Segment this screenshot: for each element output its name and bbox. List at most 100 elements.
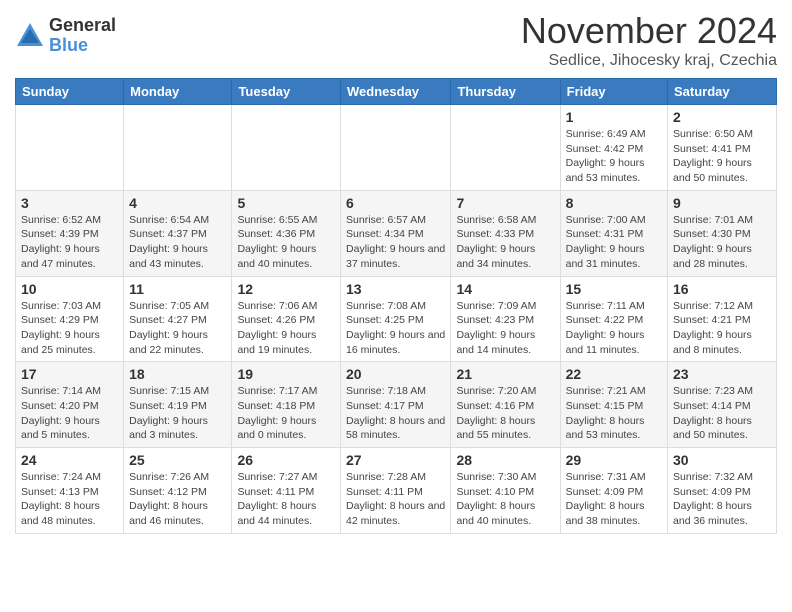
- day-info: Sunrise: 7:27 AMSunset: 4:11 PMDaylight:…: [237, 470, 335, 529]
- day-number: 26: [237, 452, 335, 468]
- day-info: Sunrise: 6:57 AMSunset: 4:34 PMDaylight:…: [346, 213, 445, 272]
- day-info: Sunrise: 7:17 AMSunset: 4:18 PMDaylight:…: [237, 384, 335, 443]
- day-cell: 15 Sunrise: 7:11 AMSunset: 4:22 PMDayligh…: [560, 276, 667, 362]
- day-number: 30: [673, 452, 771, 468]
- logo-icon: [15, 21, 45, 51]
- day-info: Sunrise: 7:31 AMSunset: 4:09 PMDaylight:…: [566, 470, 662, 529]
- day-info: Sunrise: 7:14 AMSunset: 4:20 PMDaylight:…: [21, 384, 118, 443]
- header-cell-thursday: Thursday: [451, 79, 560, 105]
- day-info: Sunrise: 6:52 AMSunset: 4:39 PMDaylight:…: [21, 213, 118, 272]
- day-cell: 11 Sunrise: 7:05 AMSunset: 4:27 PMDayligh…: [124, 276, 232, 362]
- day-cell: 13 Sunrise: 7:08 AMSunset: 4:25 PMDayligh…: [341, 276, 451, 362]
- day-cell: 18 Sunrise: 7:15 AMSunset: 4:19 PMDayligh…: [124, 362, 232, 448]
- day-info: Sunrise: 7:11 AMSunset: 4:22 PMDaylight:…: [566, 299, 662, 358]
- day-number: 8: [566, 195, 662, 211]
- day-number: 4: [129, 195, 226, 211]
- day-cell: 29Sunrise: 7:31 AMSunset: 4:09 PMDayligh…: [560, 448, 667, 534]
- day-cell: 23Sunrise: 7:23 AMSunset: 4:14 PMDayligh…: [668, 362, 777, 448]
- day-number: 1: [566, 109, 662, 125]
- day-cell: [341, 105, 451, 191]
- calendar-header: SundayMondayTuesdayWednesdayThursdayFrid…: [16, 79, 777, 105]
- day-number: 28: [456, 452, 554, 468]
- page-header: General Blue November 2024 Sedlice, Jiho…: [15, 10, 777, 70]
- day-cell: 25 Sunrise: 7:26 AMSunset: 4:12 PMDayligh…: [124, 448, 232, 534]
- logo-general-text: General: [49, 16, 116, 36]
- title-section: November 2024 Sedlice, Jihocesky kraj, C…: [521, 10, 777, 70]
- header-cell-monday: Monday: [124, 79, 232, 105]
- day-info: Sunrise: 7:01 AMSunset: 4:30 PMDaylight:…: [673, 213, 771, 272]
- header-row: SundayMondayTuesdayWednesdayThursdayFrid…: [16, 79, 777, 105]
- day-cell: 1Sunrise: 6:49 AMSunset: 4:42 PMDaylight…: [560, 105, 667, 191]
- day-cell: 22 Sunrise: 7:21 AMSunset: 4:15 PMDayligh…: [560, 362, 667, 448]
- day-info: Sunrise: 7:12 AMSunset: 4:21 PMDaylight:…: [673, 299, 771, 358]
- day-info: Sunrise: 7:15 AMSunset: 4:19 PMDaylight:…: [129, 384, 226, 443]
- day-info: Sunrise: 7:30 AMSunset: 4:10 PMDaylight:…: [456, 470, 554, 529]
- day-cell: 7Sunrise: 6:58 AMSunset: 4:33 PMDaylight…: [451, 190, 560, 276]
- day-number: 6: [346, 195, 445, 211]
- week-row-3: 10 Sunrise: 7:03 AMSunset: 4:29 PMDayligh…: [16, 276, 777, 362]
- day-info: Sunrise: 7:24 AMSunset: 4:13 PMDaylight:…: [21, 470, 118, 529]
- header-cell-tuesday: Tuesday: [232, 79, 341, 105]
- month-title: November 2024: [521, 10, 777, 52]
- day-number: 20: [346, 366, 445, 382]
- location-title: Sedlice, Jihocesky kraj, Czechia: [521, 52, 777, 70]
- day-cell: 21 Sunrise: 7:20 AMSunset: 4:16 PMDayligh…: [451, 362, 560, 448]
- day-cell: 6 Sunrise: 6:57 AMSunset: 4:34 PMDaylight…: [341, 190, 451, 276]
- logo-text: General Blue: [49, 16, 116, 56]
- week-row-2: 3 Sunrise: 6:52 AMSunset: 4:39 PMDaylight…: [16, 190, 777, 276]
- day-info: Sunrise: 7:28 AMSunset: 4:11 PMDaylight:…: [346, 470, 445, 529]
- day-info: Sunrise: 6:54 AMSunset: 4:37 PMDaylight:…: [129, 213, 226, 272]
- day-number: 15: [566, 281, 662, 297]
- day-number: 21: [456, 366, 554, 382]
- day-cell: [451, 105, 560, 191]
- day-cell: 24Sunrise: 7:24 AMSunset: 4:13 PMDayligh…: [16, 448, 124, 534]
- day-number: 14: [456, 281, 554, 297]
- day-cell: 14Sunrise: 7:09 AMSunset: 4:23 PMDayligh…: [451, 276, 560, 362]
- day-cell: 20Sunrise: 7:18 AMSunset: 4:17 PMDayligh…: [341, 362, 451, 448]
- day-cell: 5 Sunrise: 6:55 AMSunset: 4:36 PMDaylight…: [232, 190, 341, 276]
- header-cell-friday: Friday: [560, 79, 667, 105]
- day-cell: 28 Sunrise: 7:30 AMSunset: 4:10 PMDayligh…: [451, 448, 560, 534]
- day-info: Sunrise: 7:08 AMSunset: 4:25 PMDaylight:…: [346, 299, 445, 358]
- day-cell: 4 Sunrise: 6:54 AMSunset: 4:37 PMDaylight…: [124, 190, 232, 276]
- day-info: Sunrise: 7:20 AMSunset: 4:16 PMDaylight:…: [456, 384, 554, 443]
- day-info: Sunrise: 7:00 AMSunset: 4:31 PMDaylight:…: [566, 213, 662, 272]
- day-cell: 3 Sunrise: 6:52 AMSunset: 4:39 PMDaylight…: [16, 190, 124, 276]
- day-number: 18: [129, 366, 226, 382]
- day-number: 7: [456, 195, 554, 211]
- day-number: 5: [237, 195, 335, 211]
- day-cell: 27 Sunrise: 7:28 AMSunset: 4:11 PMDayligh…: [341, 448, 451, 534]
- day-cell: [232, 105, 341, 191]
- header-cell-wednesday: Wednesday: [341, 79, 451, 105]
- day-cell: 2 Sunrise: 6:50 AMSunset: 4:41 PMDaylight…: [668, 105, 777, 191]
- day-cell: 8 Sunrise: 7:00 AMSunset: 4:31 PMDaylight…: [560, 190, 667, 276]
- day-info: Sunrise: 7:26 AMSunset: 4:12 PMDaylight:…: [129, 470, 226, 529]
- day-cell: [16, 105, 124, 191]
- day-number: 2: [673, 109, 771, 125]
- day-info: Sunrise: 7:06 AMSunset: 4:26 PMDaylight:…: [237, 299, 335, 358]
- day-info: Sunrise: 7:05 AMSunset: 4:27 PMDaylight:…: [129, 299, 226, 358]
- day-number: 13: [346, 281, 445, 297]
- calendar-table: SundayMondayTuesdayWednesdayThursdayFrid…: [15, 78, 777, 534]
- day-number: 3: [21, 195, 118, 211]
- header-cell-sunday: Sunday: [16, 79, 124, 105]
- logo: General Blue: [15, 16, 116, 56]
- day-number: 27: [346, 452, 445, 468]
- day-cell: 12Sunrise: 7:06 AMSunset: 4:26 PMDayligh…: [232, 276, 341, 362]
- header-cell-saturday: Saturday: [668, 79, 777, 105]
- day-info: Sunrise: 7:21 AMSunset: 4:15 PMDaylight:…: [566, 384, 662, 443]
- week-row-1: 1Sunrise: 6:49 AMSunset: 4:42 PMDaylight…: [16, 105, 777, 191]
- day-number: 25: [129, 452, 226, 468]
- day-info: Sunrise: 6:50 AMSunset: 4:41 PMDaylight:…: [673, 127, 771, 186]
- day-cell: 16 Sunrise: 7:12 AMSunset: 4:21 PMDayligh…: [668, 276, 777, 362]
- day-number: 10: [21, 281, 118, 297]
- day-info: Sunrise: 7:03 AMSunset: 4:29 PMDaylight:…: [21, 299, 118, 358]
- logo-blue-text: Blue: [49, 36, 116, 56]
- day-cell: [124, 105, 232, 191]
- day-number: 23: [673, 366, 771, 382]
- day-info: Sunrise: 6:55 AMSunset: 4:36 PMDaylight:…: [237, 213, 335, 272]
- calendar-body: 1Sunrise: 6:49 AMSunset: 4:42 PMDaylight…: [16, 105, 777, 534]
- day-number: 22: [566, 366, 662, 382]
- day-number: 16: [673, 281, 771, 297]
- day-number: 11: [129, 281, 226, 297]
